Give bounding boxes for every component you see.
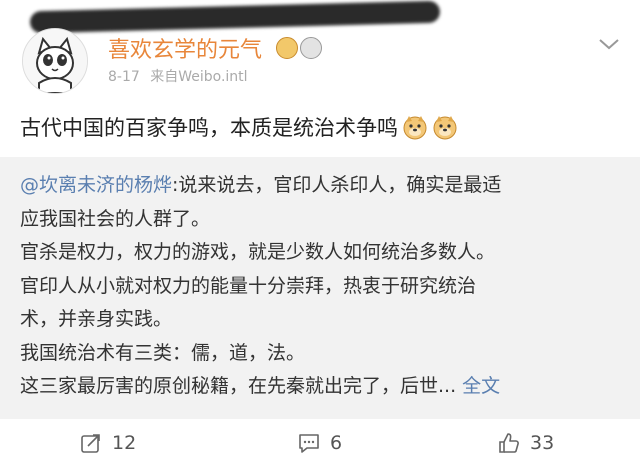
full-text-link[interactable]: 全文 xyxy=(462,375,500,397)
vip-badge-icon xyxy=(276,37,298,59)
post-header: 喜欢玄学的元气 8-17 来自Weibo.intl xyxy=(0,0,640,100)
comment-count: 6 xyxy=(330,432,343,454)
repost-line: @坎离未济的杨烨:说来说去，官印人杀印人，确实是最适 xyxy=(20,169,630,203)
post-meta: 8-17 来自Weibo.intl xyxy=(108,66,248,86)
thumbs-up-icon xyxy=(499,433,519,453)
username[interactable]: 喜欢玄学的元气 xyxy=(108,32,262,64)
repost-button[interactable]: 12 xyxy=(80,431,136,455)
level-badge-icon xyxy=(300,37,322,59)
repost-icon xyxy=(81,434,100,453)
repost-line: 官杀是权力，权力的游戏，就是少数人如何统治多数人。 xyxy=(20,241,496,263)
post-source: 来自Weibo.intl xyxy=(150,69,248,85)
repost-line: 我国统治术有三类：儒，道，法。 xyxy=(20,341,306,364)
repost-line: 这三家最厉害的原创秘籍，在先秦就出完了，后世... 全文 xyxy=(20,370,630,404)
repost-card[interactable]: @坎离未济的杨烨:说来说去，官印人杀印人，确实是最适 应我国社会的人群了。 官杀… xyxy=(0,157,640,419)
comment-icon xyxy=(299,434,319,453)
post-date: 8-17 xyxy=(108,69,140,85)
avatar[interactable] xyxy=(22,28,88,94)
post-text: 古代中国的百家争鸣，本质是统治术争鸣 xyxy=(20,116,398,140)
repost-line: 术，并亲身实践。 xyxy=(20,308,173,330)
like-count: 33 xyxy=(530,432,555,454)
doge-icon xyxy=(433,116,457,140)
comment-button[interactable]: 6 xyxy=(298,431,342,455)
doge-icon xyxy=(403,116,427,140)
post-content: 古代中国的百家争鸣，本质是统治术争鸣 xyxy=(20,112,458,142)
chevron-down-icon[interactable] xyxy=(597,36,621,52)
redaction-scribble xyxy=(29,0,441,34)
mention-link[interactable]: @坎离未济的杨烨 xyxy=(20,174,172,196)
action-bar: 12 6 33 xyxy=(0,419,640,467)
repost-line: 应我国社会的人群了。 xyxy=(20,207,211,230)
repost-text: :说来说去，官印人杀印人，确实是最适 xyxy=(172,174,502,196)
repost-text: 这三家最厉害的原创秘籍，在先秦就出完了，后世... xyxy=(20,375,457,397)
repost-line: 官印人从小就对权力的能量十分崇拜，热衷于研究统治 xyxy=(20,274,477,297)
repost-count: 12 xyxy=(112,432,137,454)
repost-body: @坎离未济的杨烨:说来说去，官印人杀印人，确实是最适 应我国社会的人群了。 官杀… xyxy=(20,169,630,404)
like-button[interactable]: 33 xyxy=(498,431,554,455)
cat-avatar-icon xyxy=(23,29,87,93)
